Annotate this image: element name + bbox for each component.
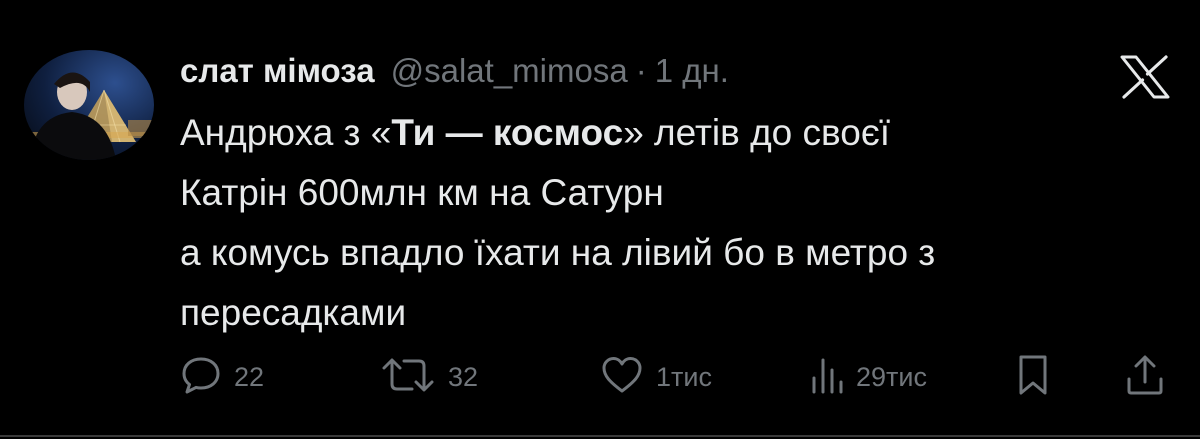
author-handle[interactable]: @salat_mimosa [391,52,628,90]
tweet-text-line-3: а комусь впадло їхати на лівий бо в метр… [180,232,936,273]
reply-button[interactable]: 22 [180,352,264,402]
repost-button[interactable]: 32 [380,352,478,402]
avatar-photo-icon [24,72,154,160]
share-button[interactable] [1125,352,1165,402]
tweet-header: слат мімоза @salat_mimosa · 1 дн. [180,52,729,96]
heart-icon [600,354,644,401]
bookmark-button[interactable] [1016,352,1050,402]
tweet-text-line-1: Андрюха з «Ти — космос» летів до своєї [180,112,891,153]
like-button[interactable]: 1тис [600,352,712,402]
views-button[interactable]: 29тис [810,352,927,402]
repost-arrows-icon [380,354,436,401]
tweet-text-line-2: Катрін 600млн км на Сатурн [180,172,664,213]
reply-count: 22 [234,361,265,392]
tweet-timestamp[interactable]: 1 дн. [655,52,729,90]
like-count: 1тис [656,361,712,392]
action-bar: 22 32 1тис 29тис [180,352,1170,402]
bar-chart-icon [810,354,844,401]
bold-title: Ти — космос [391,112,624,153]
bookmark-icon [1016,353,1050,402]
share-icon [1125,353,1165,402]
x-logo-icon[interactable] [1120,55,1170,99]
tweet-text-line-4: пересадками [180,292,407,333]
tweet-text: Андрюха з «Ти — космос» летів до своєї К… [180,103,1140,343]
author-display-name[interactable]: слат мімоза [180,52,375,90]
views-count: 29тис [856,361,927,392]
separator-dot: · [635,52,647,89]
divider [0,435,1200,437]
repost-count: 32 [448,361,479,392]
avatar[interactable] [24,50,154,160]
speech-bubble-icon [180,354,222,401]
tweet-card[interactable]: слат мімоза @salat_mimosa · 1 дн. Андрюх… [0,0,1200,439]
